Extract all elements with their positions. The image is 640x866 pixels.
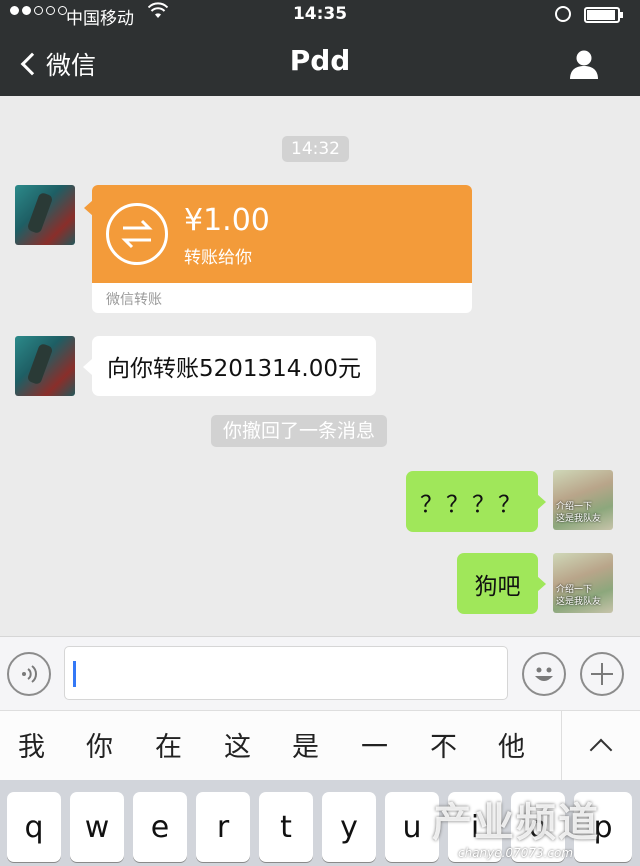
plus-icon — [591, 663, 613, 685]
key-u[interactable]: u — [385, 792, 439, 862]
transfer-subtitle: 转账给你 — [184, 248, 252, 268]
battery-icon — [584, 7, 623, 23]
candidate-word[interactable]: 是 — [292, 725, 319, 764]
avatar-caption: 这是我队友 — [556, 514, 602, 524]
voice-icon — [22, 665, 37, 683]
person-icon — [570, 50, 598, 79]
watermark-url: chanye.07073.com — [458, 846, 574, 860]
input-bar — [0, 636, 640, 710]
avatar-caption: 这是我队友 — [556, 597, 602, 607]
contact-avatar[interactable] — [15, 185, 75, 245]
transfer-footer: 微信转账 — [106, 292, 162, 308]
candidate-word[interactable]: 你 — [86, 725, 113, 764]
message-timestamp: 14:32 — [282, 136, 349, 162]
candidate-word[interactable]: 在 — [155, 725, 182, 764]
smiley-icon — [535, 667, 553, 681]
status-bar: 中国移动 14:35 — [0, 0, 640, 30]
key-e[interactable]: e — [133, 792, 187, 862]
recall-notice: 你撤回了一条消息 — [211, 415, 388, 447]
voice-button[interactable] — [7, 652, 51, 696]
avatar-caption: 介绍一下 — [556, 502, 593, 512]
key-q[interactable]: q — [7, 792, 61, 862]
rotation-lock-icon — [555, 6, 571, 22]
chevron-up-icon — [589, 738, 613, 762]
chat-title: Pdd — [289, 44, 351, 77]
candidate-bar: 我 你 在 这 是 一 不 他 — [0, 710, 640, 781]
transfer-icon — [106, 203, 168, 265]
received-message[interactable]: 向你转账5201314.00元 — [92, 336, 376, 396]
key-r[interactable]: r — [196, 792, 250, 862]
transfer-amount: ¥1.00 — [184, 203, 270, 238]
my-avatar[interactable]: 介绍一下 这是我队友 — [553, 470, 613, 530]
transfer-card[interactable]: ¥1.00 转账给你 微信转账 — [92, 185, 472, 313]
profile-button[interactable] — [568, 48, 600, 80]
emoji-button[interactable] — [522, 652, 566, 696]
sent-message[interactable]: 狗吧 — [457, 553, 538, 614]
key-t[interactable]: t — [259, 792, 313, 862]
bubble-tail — [83, 359, 92, 375]
transfer-card-header: ¥1.00 转账给你 — [92, 185, 472, 283]
top-bar: 中国移动 14:35 微信 Pdd — [0, 0, 640, 96]
candidate-word[interactable]: 这 — [224, 725, 251, 764]
key-y[interactable]: y — [322, 792, 376, 862]
avatar-caption: 介绍一下 — [556, 585, 593, 595]
text-cursor — [73, 661, 76, 687]
watermark-title: 产业频道 — [432, 800, 600, 846]
candidate-word[interactable]: 我 — [18, 725, 45, 764]
message-input[interactable] — [64, 646, 508, 700]
candidate-word[interactable]: 不 — [430, 725, 457, 764]
expand-candidates-button[interactable] — [561, 711, 640, 781]
candidate-word[interactable]: 他 — [498, 725, 525, 764]
bubble-tail — [537, 576, 546, 592]
more-button[interactable] — [580, 652, 624, 696]
my-avatar[interactable]: 介绍一下 这是我队友 — [553, 553, 613, 613]
bubble-tail — [537, 494, 546, 510]
contact-avatar[interactable] — [15, 336, 75, 396]
sent-message[interactable]: ？？？？ — [406, 471, 538, 532]
status-time: 14:35 — [292, 4, 348, 24]
key-w[interactable]: w — [70, 792, 124, 862]
candidate-word[interactable]: 一 — [361, 725, 388, 764]
